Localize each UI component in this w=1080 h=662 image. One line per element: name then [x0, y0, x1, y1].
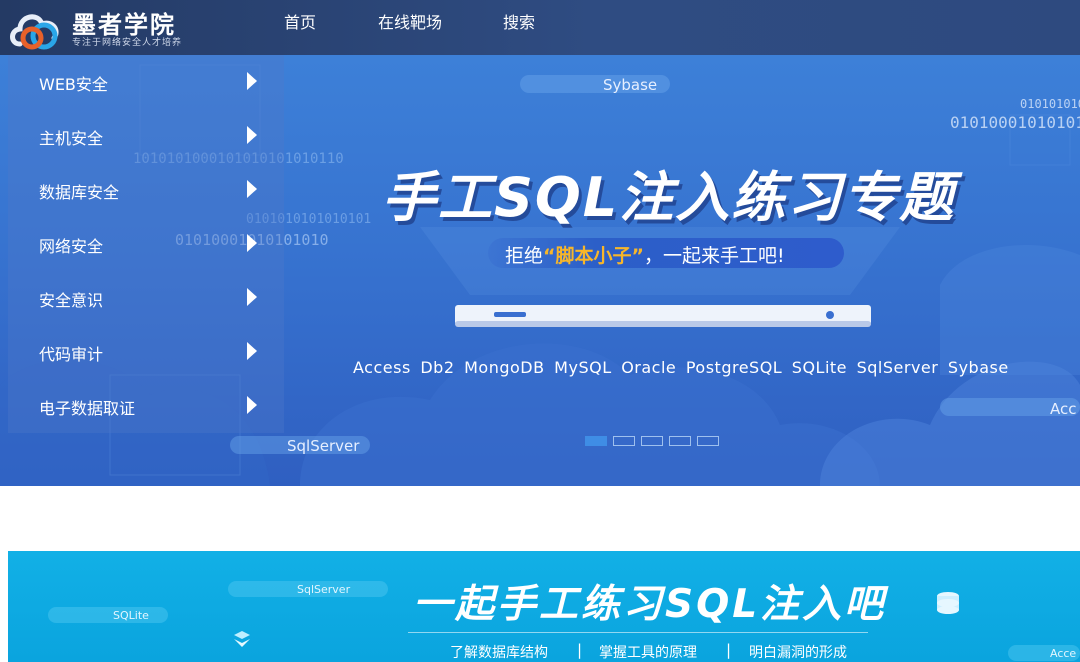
chevron-right-icon — [247, 234, 257, 252]
chevron-right-icon — [247, 288, 257, 306]
chevron-right-icon — [247, 396, 257, 414]
menu-item-database-security[interactable]: 数据库安全 — [8, 163, 284, 217]
float-label-sybase: Sybase — [603, 76, 658, 94]
chevron-right-icon — [247, 342, 257, 360]
promo-point-2: 掌握工具的原理 — [599, 645, 697, 661]
banner-title: 手工SQL注入练习专题 — [382, 166, 956, 229]
menu-item-label: 安全意识 — [39, 291, 104, 310]
database-list: Access Db2 MongoDB MySQL Oracle PostgreS… — [353, 358, 1009, 377]
menu-item-label: 数据库安全 — [39, 183, 120, 202]
float-label-sqlserver: SqlServer — [287, 437, 360, 455]
carousel-dot-3[interactable] — [641, 436, 663, 446]
promo-separator: | — [577, 641, 583, 659]
tag-sqlite: SQLite — [113, 609, 149, 622]
menu-item-code-audit[interactable]: 代码审计 — [8, 325, 284, 379]
chevron-right-icon — [247, 126, 257, 144]
promo-separator: | — [726, 641, 732, 659]
promo-title: 一起手工练习SQL注入吧 — [413, 582, 887, 627]
banner-subtitle: 拒绝“脚本小子”，一起来手工吧! — [505, 245, 785, 267]
tag-sqlserver: SqlServer — [297, 583, 351, 596]
promo-point-1: 了解数据库结构 — [450, 645, 548, 661]
promo-banner[interactable]: SqlServer SQLite Acce 一起手工练习SQL注入吧 了解数据库… — [8, 551, 1080, 662]
menu-item-host-security[interactable]: 主机安全 — [8, 109, 284, 163]
svg-text:010101010: 010101010 — [1020, 97, 1080, 111]
menu-item-label: 电子数据取证 — [39, 399, 136, 418]
chevron-right-icon — [247, 180, 257, 198]
carousel-dot-2[interactable] — [613, 436, 635, 446]
nav-online-range[interactable]: 在线靶场 — [378, 0, 442, 55]
site-logo[interactable]: 墨者学院 专注于网络安全人才培养 — [8, 4, 198, 52]
promo-point-3: 明白漏洞的形成 — [749, 645, 847, 661]
menu-item-label: WEB安全 — [39, 75, 108, 94]
tag-access: Acce — [1050, 647, 1077, 660]
nav-search[interactable]: 搜索 — [503, 0, 535, 55]
menu-item-network-security[interactable]: 网络安全 — [8, 217, 284, 271]
promo-divider — [408, 632, 868, 633]
menu-item-web-security[interactable]: WEB安全 — [8, 55, 284, 109]
menu-item-security-awareness[interactable]: 安全意识 — [8, 271, 284, 325]
logo-subtitle: 专注于网络安全人才培养 — [72, 38, 183, 48]
carousel-dot-5[interactable] — [697, 436, 719, 446]
cloud-logo-icon — [10, 14, 59, 50]
float-label-access: Acc — [1050, 400, 1077, 418]
svg-text:0101000101010101: 0101000101010101 — [950, 113, 1080, 132]
category-menu: WEB安全 主机安全 数据库安全 网络安全 安全意识 代码审计 电子数据取证 — [8, 55, 284, 433]
database-icon — [937, 592, 959, 614]
carousel-dot-4[interactable] — [669, 436, 691, 446]
top-navbar: 墨者学院 专注于网络安全人才培养 首页 在线靶场 搜索 — [0, 0, 1080, 55]
menu-item-label: 代码审计 — [39, 345, 104, 364]
menu-item-digital-forensics[interactable]: 电子数据取证 — [8, 379, 284, 433]
menu-item-label: 网络安全 — [39, 237, 104, 256]
highlight-text: “脚本小子” — [543, 245, 644, 267]
menu-item-label: 主机安全 — [39, 129, 104, 148]
chevron-right-icon — [247, 72, 257, 90]
nav-home[interactable]: 首页 — [284, 0, 316, 55]
carousel-dot-1[interactable] — [585, 436, 607, 446]
